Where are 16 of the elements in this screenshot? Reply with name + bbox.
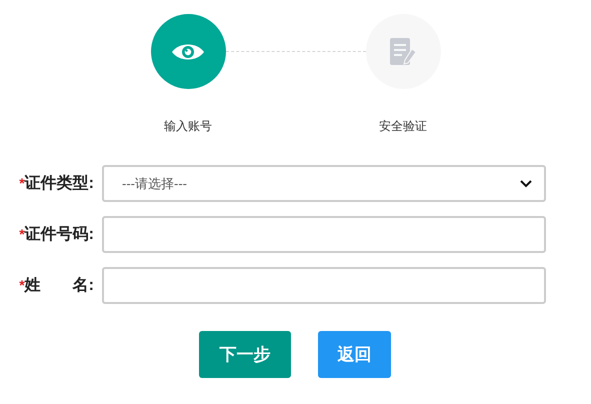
field-label: 姓 名:: [24, 276, 94, 296]
eye-icon: [171, 42, 205, 62]
document-pencil-icon: [388, 36, 418, 66]
back-button[interactable]: 返回: [318, 331, 391, 378]
step-label: 输入账号: [164, 118, 212, 135]
required-mark: *: [19, 175, 25, 193]
step-label: 安全验证: [379, 118, 427, 135]
field-label: 证件号码:: [24, 224, 94, 244]
field-label: 证件类型:: [24, 174, 94, 194]
next-button[interactable]: 下一步: [199, 331, 291, 378]
text-input[interactable]: [102, 267, 546, 304]
text-input[interactable]: [102, 216, 546, 253]
chevron-down-icon: [520, 180, 532, 188]
required-mark: *: [19, 276, 25, 295]
required-mark: *: [19, 226, 25, 244]
type-select[interactable]: ---请选择---: [102, 165, 546, 202]
